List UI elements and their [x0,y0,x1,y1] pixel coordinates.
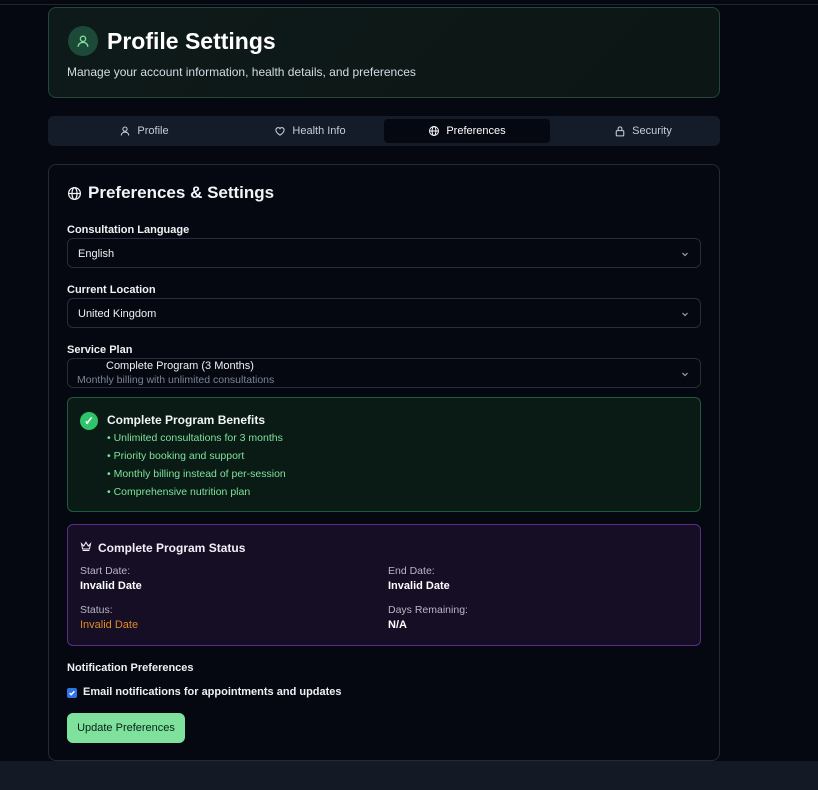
days-remaining-label: Days Remaining: [388,604,468,616]
globe-icon [67,186,82,200]
tab-preferences[interactable]: Preferences [384,119,550,143]
end-date-value: Invalid Date [388,580,450,592]
user-icon [121,126,130,136]
tab-profile[interactable]: Profile [61,119,227,143]
benefit-item: • Comprehensive nutrition plan [107,486,251,498]
email-notifications-label[interactable]: Email notifications for appointments and… [83,686,342,698]
language-label: Consultation Language [67,224,190,236]
tab-label: Profile [137,125,169,137]
status-label: Status: [80,604,113,616]
tab-security[interactable]: Security [560,119,726,143]
section-title-text: Preferences & Settings [88,183,275,202]
benefits-title: Complete Program Benefits [107,413,266,427]
user-icon [68,26,98,56]
benefit-item: • Unlimited consultations for 3 months [107,432,283,444]
section-title: Preferences & Settings [67,183,274,203]
benefits-box: ✓ Complete Program Benefits • Unlimited … [67,397,701,512]
checkmark-icon [69,690,75,696]
tab-label: Health Info [292,125,346,137]
notification-preferences-label: Notification Preferences [67,662,194,674]
heart-icon [275,127,286,136]
program-status-box: Complete Program Status Start Date: Inva… [67,524,701,646]
status-title: Complete Program Status [98,541,246,555]
tab-label: Security [632,125,672,137]
lock-icon [615,126,625,137]
footer-band [0,761,818,790]
tab-health-info[interactable]: Health Info [227,119,393,143]
service-plan-description: Monthly billing with unlimited consultat… [77,374,275,386]
page-subtitle: Manage your account information, health … [67,65,416,79]
globe-icon [429,126,440,136]
chevron-down-icon [682,312,688,317]
start-date-value: Invalid Date [80,580,142,592]
settings-tabs: Profile Health Info Preferences Security [48,116,720,146]
benefit-item: • Monthly billing instead of per-session [107,468,286,480]
crown-icon [80,541,92,552]
benefit-item: • Priority booking and support [107,450,245,462]
service-plan-value: Complete Program (3 Months) [106,360,254,372]
update-preferences-button[interactable]: Update Preferences [67,713,185,743]
start-date-label: Start Date: [80,565,131,577]
location-select[interactable]: United Kingdom [67,298,701,328]
location-value: United Kingdom [78,308,157,320]
language-select[interactable]: English [67,238,701,268]
chevron-down-icon [682,372,688,377]
page-title: Profile Settings [107,28,276,54]
tab-label: Preferences [446,125,506,137]
top-divider [0,4,818,5]
preferences-card: Preferences & Settings Consultation Lang… [48,164,720,761]
service-plan-label: Service Plan [67,344,133,356]
end-date-label: End Date: [388,565,435,577]
profile-header-card: Profile Settings Manage your account inf… [48,7,720,98]
location-label: Current Location [67,284,156,296]
language-value: English [78,248,115,260]
status-value: Invalid Date [80,619,139,631]
check-circle-icon: ✓ [80,412,98,430]
email-notifications-checkbox[interactable] [67,688,77,698]
days-remaining-value: N/A [388,619,407,631]
chevron-down-icon [682,252,688,257]
service-plan-select[interactable]: Complete Program (3 Months) Monthly bill… [67,358,701,388]
